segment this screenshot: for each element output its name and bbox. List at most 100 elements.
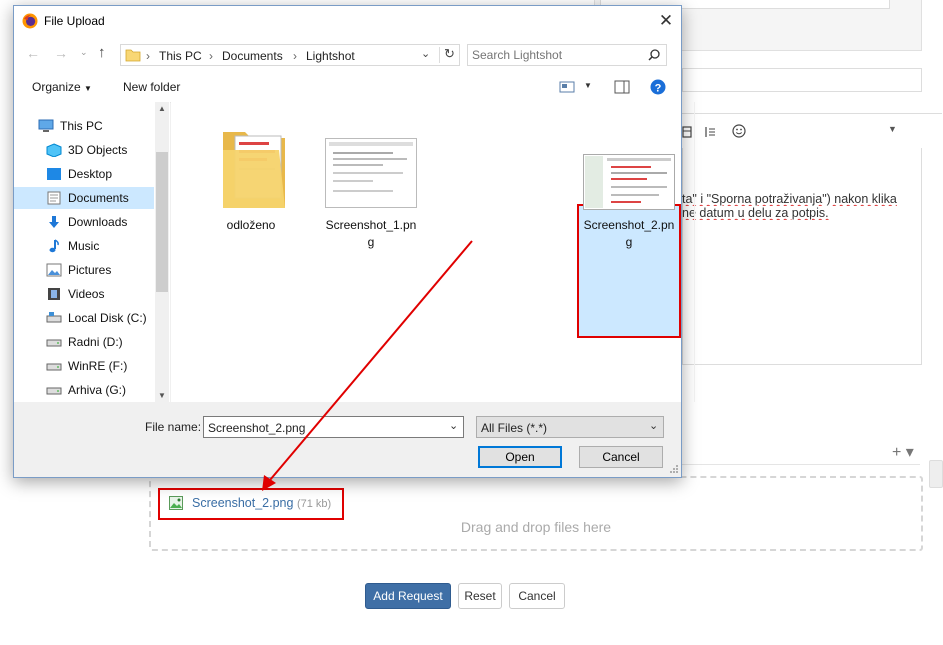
rich-text-editor[interactable] — [682, 148, 922, 365]
file-name: Screenshot_1.png — [321, 217, 421, 251]
sidebar-item-label: Downloads — [68, 215, 128, 229]
content-divider — [694, 102, 695, 402]
dialog-cancel-button[interactable]: Cancel — [579, 446, 663, 468]
recent-locations-icon[interactable]: ⌄ — [80, 47, 88, 58]
file-list: odloženo Screenshot_1.pn g Screenshot_2.… — [171, 102, 695, 402]
image-thumbnail — [583, 154, 675, 210]
folder-icon — [223, 132, 285, 208]
forward-arrow-icon[interactable]: → — [54, 45, 68, 61]
file-name-field[interactable]: Screenshot_2.png ⌄ — [203, 416, 464, 438]
divider — [439, 47, 440, 63]
file-type-value: All Files (*.*) — [481, 421, 548, 435]
music-note-icon — [49, 239, 59, 253]
up-arrow-icon[interactable]: ↑ — [98, 44, 106, 61]
file-upload-dialog: File Upload ✕ ← → ⌄ ↑ › This PC › Docume… — [13, 5, 695, 478]
uploaded-file-chip[interactable]: Screenshot_2.png (71 kb) — [158, 488, 344, 520]
image-file-icon — [169, 496, 183, 510]
command-bar: Organize ▼ New folder ▼ ? — [14, 72, 681, 103]
scrollbar-thumb[interactable] — [156, 152, 168, 292]
toolbar-more-icon[interactable]: ▼ — [888, 124, 897, 134]
view-dropdown-icon[interactable]: ▼ — [584, 81, 592, 90]
resize-grip-icon[interactable] — [669, 464, 679, 474]
uploaded-file-name[interactable]: Screenshot_2.png — [192, 496, 293, 510]
file-name: Screenshot_2.png — [579, 217, 679, 251]
preview-pane-icon[interactable] — [614, 80, 630, 94]
organize-label: Organize — [32, 80, 81, 94]
file-type-select[interactable]: All Files (*.*) ⌄ — [476, 416, 664, 438]
file-name-text: Screenshot_1.pn — [325, 218, 417, 232]
search-input[interactable] — [472, 47, 642, 63]
file-name-label: File name: — [145, 420, 202, 434]
pictures-icon — [46, 263, 62, 277]
breadcrumb-separator: › — [146, 49, 150, 63]
chevron-down-icon[interactable]: ⌄ — [421, 47, 430, 60]
sidebar-item-label: Radni (D:) — [68, 335, 123, 349]
scroll-down-icon[interactable]: ▼ — [158, 391, 166, 400]
sidebar-item-label: 3D Objects — [68, 143, 128, 157]
editor-toolbar: ▼ — [682, 118, 920, 149]
breadcrumb-documents[interactable]: Documents — [222, 49, 283, 63]
breadcrumb-lightshot[interactable]: Lightshot — [306, 49, 355, 63]
file-item-screenshot-2[interactable]: Screenshot_2.png — [579, 110, 679, 249]
sidebar-item-label: Pictures — [68, 263, 112, 277]
sidebar-toggle-handle[interactable] — [929, 460, 943, 488]
dialog-titlebar: File Upload ✕ — [14, 6, 681, 36]
line-height-icon[interactable] — [702, 126, 716, 138]
documents-icon — [47, 191, 61, 205]
reset-button[interactable]: Reset — [458, 583, 502, 609]
file-name-text: g — [625, 235, 633, 249]
divider — [680, 464, 920, 465]
editor-text-line: ta" i "Sporna potraživanja") nakon klika — [682, 192, 897, 206]
open-button[interactable]: Open — [478, 446, 562, 468]
breadcrumb-separator: › — [209, 49, 213, 63]
background-text-field[interactable] — [682, 68, 922, 92]
image-thumbnail — [325, 138, 417, 208]
scroll-up-icon[interactable]: ▲ — [158, 104, 166, 113]
dropdown-arrow-icon: ▼ — [84, 84, 92, 93]
back-arrow-icon[interactable]: ← — [26, 45, 40, 61]
sidebar-item-label: Videos — [68, 287, 105, 301]
add-more-button[interactable]: + ▾ — [892, 442, 914, 462]
sidebar-item-this-pc[interactable]: This PC — [14, 115, 178, 137]
file-item-folder[interactable]: odloženo — [201, 110, 301, 240]
breadcrumb-this-pc[interactable]: This PC — [159, 49, 202, 63]
sidebar-item-label: Arhiva (G:) — [68, 383, 127, 397]
cube-icon — [46, 143, 62, 157]
editor-text-line: ne datum u delu za potpis. — [682, 206, 829, 220]
file-name: odloženo — [201, 217, 301, 234]
sidebar-item-label: This PC — [60, 119, 103, 133]
help-icon[interactable]: ? — [650, 79, 666, 95]
drive-icon — [46, 363, 62, 371]
file-item-screenshot-1[interactable]: Screenshot_1.png — [321, 110, 421, 249]
search-icon[interactable] — [648, 49, 660, 61]
sidebar-item-documents[interactable]: Documents — [14, 187, 154, 209]
emoji-icon[interactable] — [732, 124, 746, 138]
download-arrow-icon — [49, 216, 59, 228]
close-icon[interactable]: ✕ — [654, 10, 678, 32]
divider — [682, 113, 942, 114]
navigation-bar: ← → ⌄ ↑ › This PC › Documents › Lightsho… — [14, 36, 681, 72]
file-name-text: g — [367, 235, 375, 249]
drive-icon — [46, 339, 62, 347]
file-name-text: Screenshot_2.pn — [583, 218, 675, 232]
view-options-icon[interactable] — [559, 81, 575, 93]
dialog-footer: File name: Screenshot_2.png ⌄ All Files … — [14, 402, 681, 477]
address-bar[interactable]: › This PC › Documents › Lightshot ⌄ ↻ — [120, 44, 460, 66]
dialog-title: File Upload — [44, 14, 105, 28]
search-box[interactable] — [467, 44, 667, 66]
new-folder-button[interactable]: New folder — [123, 80, 180, 94]
sidebar-item-label: Music — [68, 239, 100, 253]
organize-menu[interactable]: Organize ▼ — [32, 80, 92, 94]
chevron-down-icon[interactable]: ⌄ — [449, 419, 458, 432]
refresh-icon[interactable]: ↻ — [444, 46, 455, 62]
uploaded-file-size: (71 kb) — [296, 498, 332, 510]
add-request-button[interactable]: Add Request — [365, 583, 451, 609]
cancel-button[interactable]: Cancel — [509, 583, 565, 609]
file-name-text: odloženo — [226, 218, 276, 232]
file-name-value: Screenshot_2.png — [208, 421, 306, 435]
sidebar-item-label: WinRE (F:) — [68, 359, 128, 373]
table-icon[interactable] — [682, 126, 692, 138]
dropzone-hint: Drag and drop files here — [460, 519, 612, 535]
computer-icon — [38, 119, 54, 132]
svg-text:?: ? — [655, 83, 662, 95]
